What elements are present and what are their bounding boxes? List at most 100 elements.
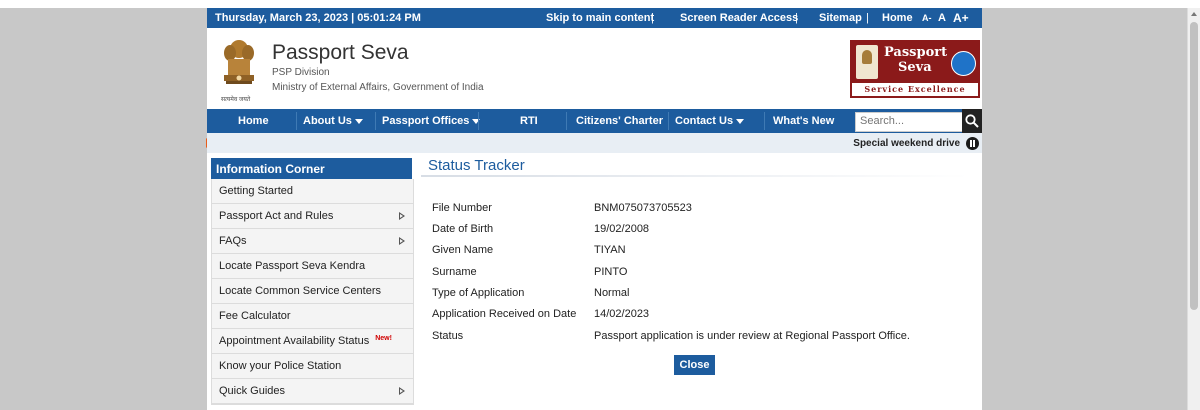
site-title[interactable]: Passport Seva	[272, 41, 409, 65]
sidebar-item-label: Quick Guides	[219, 385, 286, 397]
search-icon	[965, 114, 979, 128]
field-label: Type of Application	[432, 287, 525, 299]
skip-to-main-link[interactable]: Skip to main content	[546, 12, 654, 24]
browser-top-strip	[0, 0, 1200, 8]
sitemap-link[interactable]: Sitemap	[819, 12, 862, 24]
field-label: Surname	[432, 266, 477, 278]
sidebar-item-getting-started[interactable]: Getting Started	[212, 179, 413, 204]
sidebar-menu: Getting Started Passport Act and Rules F…	[211, 179, 414, 405]
nav-divider	[764, 112, 765, 130]
util-separator: |	[651, 12, 654, 24]
sidebar-item-label: Locate Common Service Centers	[219, 285, 382, 297]
sidebar-title-text: Information Corner	[216, 162, 325, 176]
new-badge: New!	[375, 335, 392, 342]
site-division: PSP Division	[272, 67, 330, 78]
close-button[interactable]: Close	[674, 355, 715, 375]
sidebar-item-label: Appointment Availability Status	[219, 335, 370, 347]
title-divider	[421, 175, 969, 177]
nav-whats-new[interactable]: What's New	[773, 115, 834, 127]
globe-icon	[951, 51, 976, 76]
nav-label: Citizens' Charter	[576, 115, 663, 127]
emblem-motto: सत्यमेव जयते	[221, 97, 251, 103]
screen-reader-link[interactable]: Screen Reader Access	[680, 12, 798, 24]
sidebar-title: Information Corner	[211, 158, 412, 179]
chevron-right-icon	[399, 237, 405, 245]
sidebar-item-locate-psk[interactable]: Locate Passport Seva Kendra	[212, 254, 413, 279]
sidebar-item-police-station[interactable]: Know your Police Station	[212, 354, 413, 379]
sidebar-item-faqs[interactable]: FAQs	[212, 229, 413, 254]
logo-name-line1: Passport	[884, 45, 948, 60]
sidebar-item-passport-act[interactable]: Passport Act and Rules	[212, 204, 413, 229]
nav-contact-us[interactable]: Contact Us	[675, 115, 745, 127]
scrollbar[interactable]	[1187, 8, 1200, 410]
field-value: Normal	[594, 287, 630, 299]
search-button[interactable]	[962, 109, 982, 133]
passport-seva-logo[interactable]: Passport Seva Service Excellence	[850, 40, 980, 98]
chevron-right-icon	[399, 212, 405, 220]
field-value: 19/02/2008	[594, 223, 650, 235]
sidebar-item-label: Fee Calculator	[219, 310, 291, 322]
field-value: Passport application is under review at …	[594, 330, 910, 342]
sidebar-item-quick-guides[interactable]: Quick Guides	[212, 379, 413, 404]
font-increase-button[interactable]: A+	[953, 11, 969, 25]
sidebar-item-label: Passport Act and Rules	[219, 210, 334, 222]
nav-label: Home	[238, 115, 269, 127]
field-value: PINTO	[594, 266, 628, 278]
field-value: TIYAN	[594, 244, 626, 256]
nav-divider	[478, 112, 479, 130]
nav-divider	[375, 112, 376, 130]
logo-emblem-icon	[856, 45, 878, 79]
field-value: BNM075073705523	[594, 202, 692, 214]
sidebar-item-label: Getting Started	[219, 185, 293, 197]
scroll-up-icon[interactable]	[1188, 8, 1200, 20]
sidebar-item-label-wrap: Appointment Availability Status New!	[219, 335, 392, 347]
nav-rti[interactable]: RTI	[520, 115, 538, 127]
util-separator: |	[795, 12, 798, 24]
datetime: Thursday, March 23, 2023 | 05:01:24 PM	[215, 12, 421, 24]
page: Thursday, March 23, 2023 | 05:01:24 PM S…	[207, 8, 982, 410]
field-label: Status	[432, 330, 464, 342]
util-separator: |	[866, 12, 869, 24]
nav-divider	[566, 112, 567, 130]
nav-label: Contact Us	[675, 115, 734, 127]
nav-label: About Us	[303, 115, 352, 127]
field-label: Date of Birth	[432, 223, 494, 235]
nav-home[interactable]: Home	[238, 115, 269, 127]
nav-passport-offices[interactable]: Passport Offices	[382, 115, 481, 127]
nav-about-us[interactable]: About Us	[303, 115, 363, 127]
site-ministry: Ministry of External Affairs, Government…	[272, 82, 484, 93]
pause-icon[interactable]	[966, 137, 979, 150]
utility-bar: Thursday, March 23, 2023 | 05:01:24 PM S…	[207, 8, 982, 28]
nav-divider	[296, 112, 297, 130]
sidebar-item-label: Know your Police Station	[219, 360, 342, 372]
chevron-down-icon	[354, 118, 363, 124]
nav-label: What's New	[773, 115, 835, 127]
search-input[interactable]	[856, 113, 964, 129]
news-ticker: Special weekend drive	[207, 133, 982, 153]
font-decrease-button[interactable]: A-	[922, 13, 932, 23]
logo-name-line2: Seva	[898, 60, 932, 75]
nav-divider	[668, 112, 669, 130]
ticker-text[interactable]: Special weekend drive	[853, 138, 960, 149]
nav-label: RTI	[520, 115, 538, 127]
sidebar-item-label: FAQs	[219, 235, 247, 247]
chevron-right-icon	[399, 387, 405, 395]
home-link[interactable]: Home	[882, 12, 913, 24]
sidebar-item-locate-csc[interactable]: Locate Common Service Centers	[212, 279, 413, 304]
nav-label: Passport Offices	[382, 115, 470, 127]
search-box	[855, 112, 964, 132]
scroll-thumb[interactable]	[1190, 22, 1198, 310]
sidebar-item-label: Locate Passport Seva Kendra	[219, 260, 366, 272]
field-label: Application Received on Date	[432, 308, 577, 320]
chevron-down-icon	[736, 118, 745, 124]
sidebar-item-appointment-availability[interactable]: Appointment Availability Status New!	[212, 329, 413, 354]
font-normal-button[interactable]: A	[938, 12, 946, 24]
field-label: Given Name	[432, 244, 494, 256]
field-value: 14/02/2023	[594, 308, 650, 320]
chevron-down-icon	[472, 118, 481, 124]
national-emblem-icon	[224, 40, 254, 84]
nav-citizens-charter[interactable]: Citizens' Charter	[576, 115, 663, 127]
logo-tagline: Service Excellence	[864, 84, 966, 94]
sidebar-item-fee-calculator[interactable]: Fee Calculator	[212, 304, 413, 329]
page-title: Status Tracker	[428, 157, 525, 174]
